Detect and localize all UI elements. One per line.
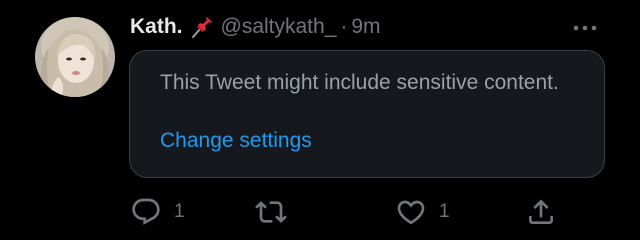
handle[interactable]: @saltykath_ <box>221 15 337 39</box>
share-button[interactable] <box>525 192 557 232</box>
more-horizontal-icon[interactable] <box>572 18 598 38</box>
share-icon <box>525 196 557 228</box>
separator-dot: · <box>340 15 348 38</box>
tweet[interactable]: Kath. @saltykath_ · 9m This Tweet might … <box>0 0 640 240</box>
tweet-actions: 1 1 <box>0 192 640 232</box>
display-name[interactable]: Kath. <box>130 15 183 39</box>
avatar-image <box>35 17 115 97</box>
like-count: 1 <box>439 201 450 222</box>
reply-button[interactable]: 1 <box>130 192 185 232</box>
reply-count: 1 <box>174 201 185 222</box>
sensitive-content-notice: This Tweet might include sensitive conte… <box>129 50 605 178</box>
change-settings-link[interactable]: Change settings <box>160 127 312 155</box>
like-button[interactable]: 1 <box>395 192 450 232</box>
reply-icon <box>130 196 162 228</box>
retweet-button[interactable] <box>255 192 299 232</box>
timestamp[interactable]: 9m <box>351 15 380 39</box>
avatar[interactable] <box>35 17 115 97</box>
sensitive-content-text: This Tweet might include sensitive conte… <box>160 71 559 94</box>
tweet-header: Kath. @saltykath_ · 9m <box>130 12 381 42</box>
retweet-icon <box>255 196 287 228</box>
pushpin-icon <box>189 14 215 40</box>
heart-icon <box>395 196 427 228</box>
